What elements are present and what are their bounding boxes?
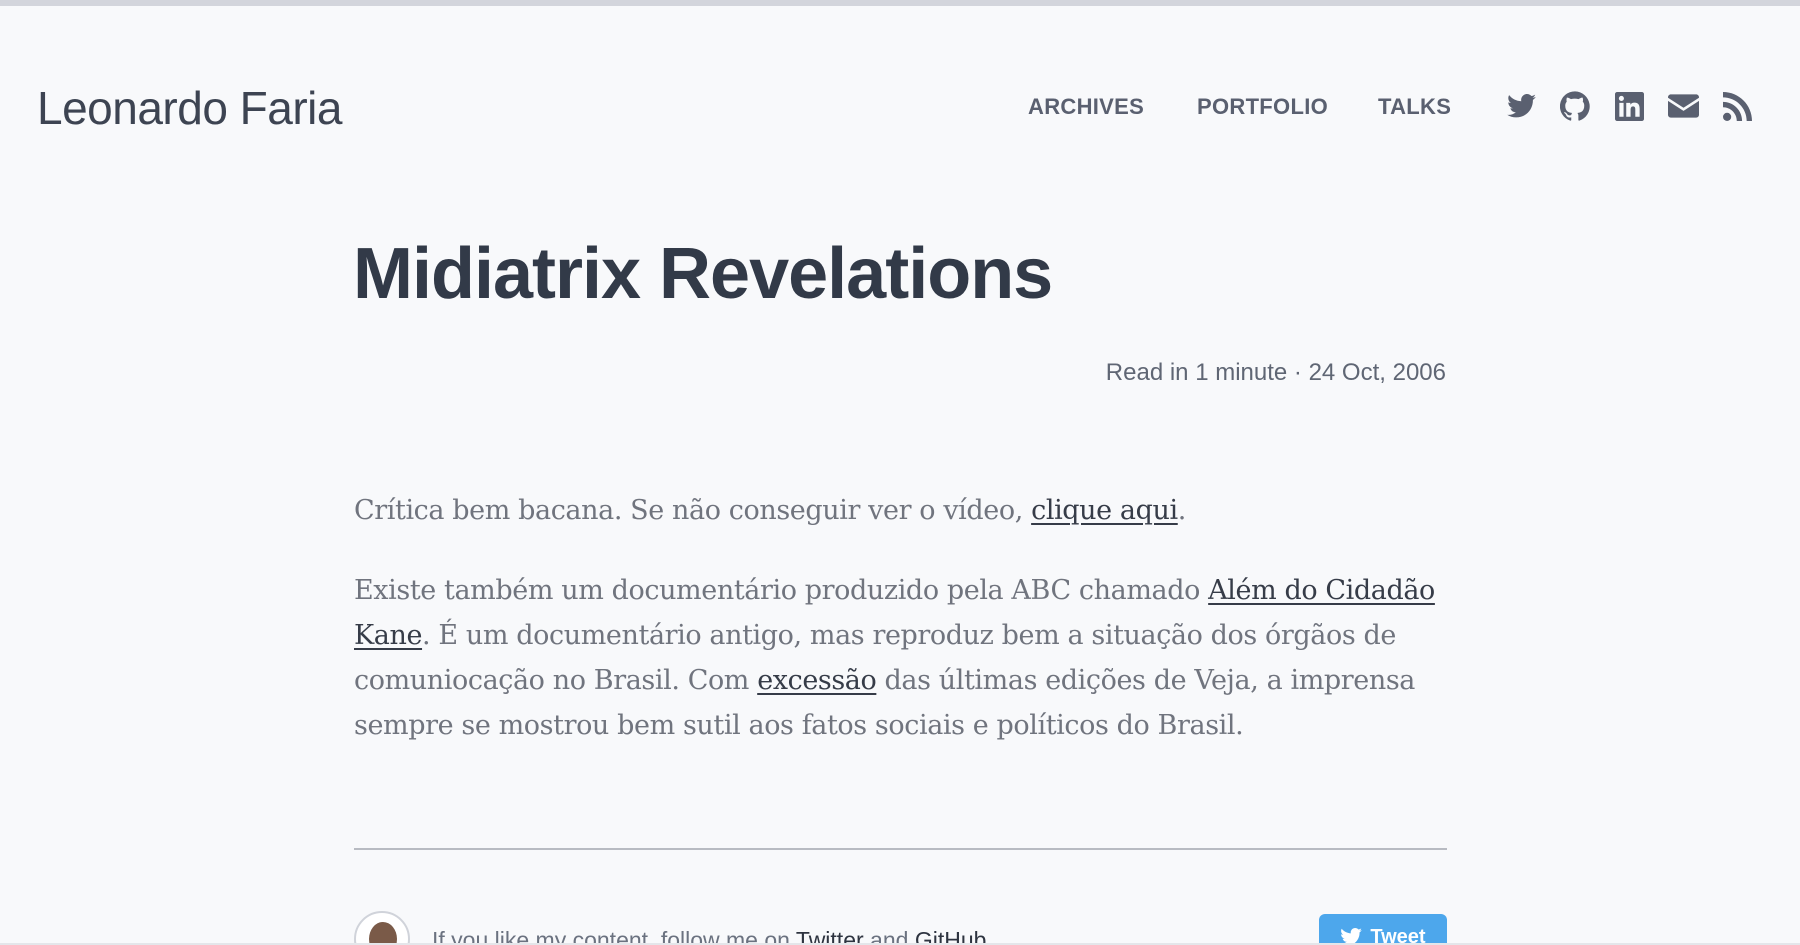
email-icon[interactable]: [1667, 88, 1699, 124]
post-title: Midiatrix Revelations: [353, 234, 1053, 314]
content-divider: [354, 848, 1447, 850]
twitter-icon[interactable]: [1505, 88, 1537, 124]
github-icon[interactable]: [1559, 88, 1591, 124]
paragraph-text: .: [1177, 495, 1187, 526]
nav-archives[interactable]: ARCHIVES: [1028, 94, 1144, 120]
paragraph-1: Crítica bem bacana. Se não conseguir ver…: [354, 488, 1447, 533]
post-meta: Read in 1 minute · 24 Oct, 2006: [1105, 359, 1446, 386]
paragraph-text: Existe também um documentário produzido …: [354, 575, 1209, 606]
linkedin-icon[interactable]: [1613, 88, 1645, 124]
nav-portfolio[interactable]: PORTFOLIO: [1197, 94, 1328, 120]
rss-icon[interactable]: [1721, 88, 1753, 124]
follow-section: If you like my content, follow me on Twi…: [354, 911, 1447, 945]
post-content: Crítica bem bacana. Se não conseguir ver…: [354, 488, 1447, 783]
clique-aqui-link[interactable]: clique aqui: [1031, 495, 1178, 526]
excessao-link[interactable]: excessão: [757, 665, 877, 696]
paragraph-2: Existe também um documentário produzido …: [354, 568, 1447, 748]
paragraph-text: Crítica bem bacana. Se não conseguir ver…: [354, 495, 1032, 526]
tweet-button[interactable]: Tweet: [1319, 914, 1447, 945]
avatar: [354, 911, 410, 945]
follow-text: If you like my content, follow me on Twi…: [432, 925, 986, 945]
nav-talks[interactable]: TALKS: [1378, 94, 1451, 120]
top-border: [0, 0, 1800, 6]
site-title-link[interactable]: Leonardo Faria: [37, 78, 342, 138]
